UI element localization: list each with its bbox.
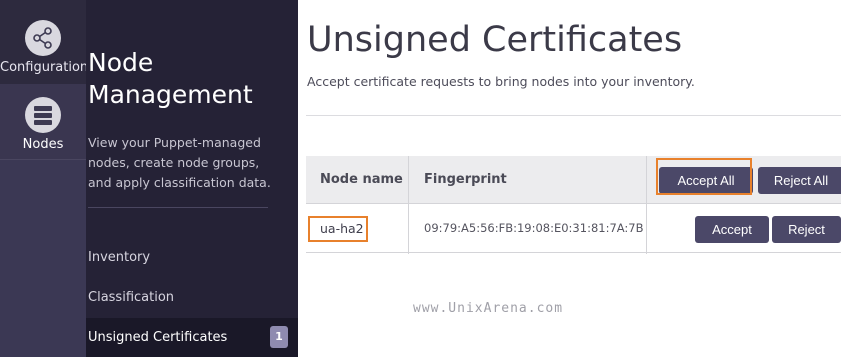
sidebar-item-classification[interactable]: Classification (88, 290, 174, 305)
sidebar-description: View your Puppet-managed nodes, create n… (88, 135, 271, 190)
main-content: Unsigned Certificates Accept certificate… (298, 0, 841, 357)
sidebar-title: Node Management (88, 47, 288, 111)
table-row: ua-ha2 09:79:A5:56:FB:19:08:E0:31:81:7A:… (306, 205, 841, 253)
sidebar-item-unsigned-certificates[interactable]: Unsigned Certificates 1 (86, 318, 298, 357)
rail-label-configuration: Configuration (0, 60, 89, 75)
certificates-table: Node name Fingerprint Accept All Reject … (306, 156, 841, 254)
server-stack-icon (25, 97, 61, 133)
rail-item-nodes[interactable]: Nodes (0, 84, 86, 160)
sidebar-title-line1: Node (88, 48, 154, 77)
sidebar-item-inventory[interactable]: Inventory (88, 250, 150, 265)
accept-button[interactable]: Accept (695, 216, 769, 243)
count-badge: 1 (270, 326, 288, 348)
page-title: Unsigned Certificates (307, 20, 683, 60)
table-header: Node name Fingerprint Accept All Reject … (306, 156, 841, 204)
watermark: www.UnixArena.com (413, 301, 564, 316)
column-header-fingerprint: Fingerprint (424, 172, 507, 187)
content-divider (306, 115, 841, 116)
sidebar-divider (88, 207, 268, 208)
fingerprint-cell: 09:79:A5:56:FB:19:08:E0:31:81:7A:7B (424, 221, 644, 235)
share-icon (25, 20, 61, 56)
reject-button[interactable]: Reject (772, 216, 841, 243)
sidebar-item-label: Unsigned Certificates (88, 330, 228, 345)
highlight-box-accept-all (656, 158, 752, 195)
rail-item-configuration[interactable]: Configuration (0, 0, 89, 84)
reject-all-button[interactable]: Reject All (758, 167, 841, 194)
column-header-node-name: Node name (320, 172, 403, 187)
icon-rail: Configuration Nodes (0, 0, 89, 357)
sidebar-title-line2: Management (88, 80, 253, 109)
rail-background (0, 160, 86, 357)
rail-label-nodes: Nodes (22, 137, 64, 152)
highlight-box-node-name (308, 216, 368, 242)
sidebar: Node Management View your Puppet-managed… (86, 0, 298, 357)
page-subtitle: Accept certificate requests to bring nod… (307, 74, 695, 89)
